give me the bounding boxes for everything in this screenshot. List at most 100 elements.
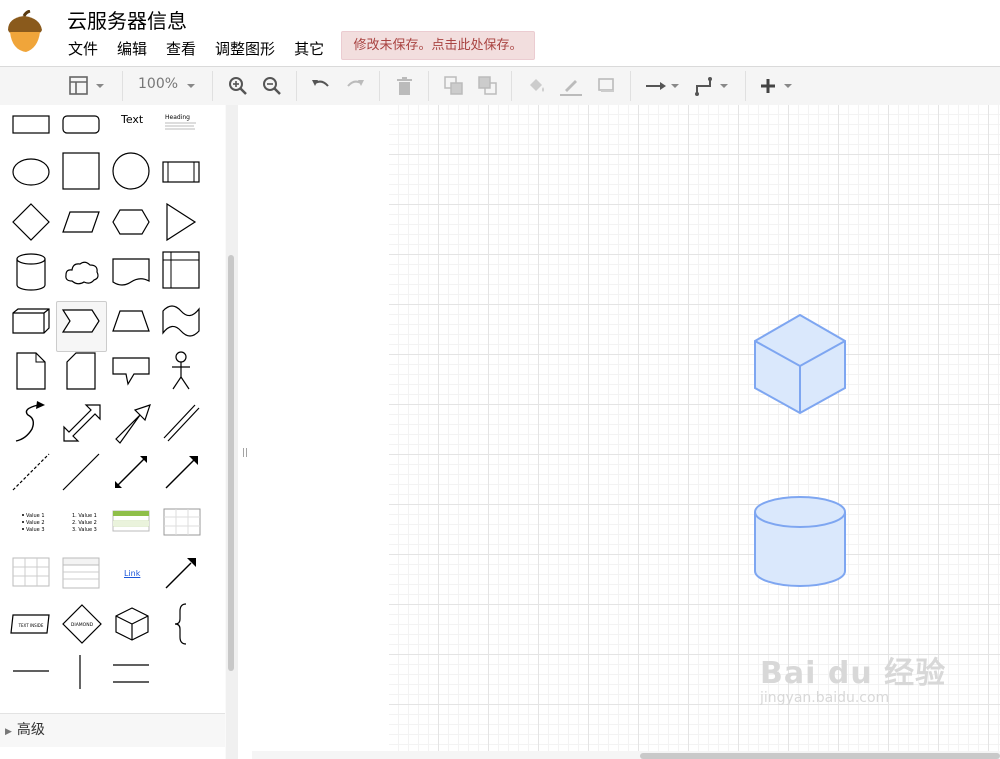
menu-file[interactable]: 文件: [68, 38, 98, 59]
waypoints-icon[interactable]: [694, 75, 732, 97]
menu-arrange[interactable]: 调整图形: [215, 38, 275, 59]
delete-icon[interactable]: [394, 75, 416, 97]
diamond-shape[interactable]: [12, 203, 50, 241]
zoom-out-icon[interactable]: [261, 75, 283, 97]
bullet-item-1: Value 1: [26, 513, 45, 519]
bulleted-list-shape[interactable]: Value 1 Value 2 Value 3: [14, 509, 50, 535]
view-icon[interactable]: [68, 75, 108, 97]
toolbar-separator: [511, 71, 512, 101]
menu-extras[interactable]: 其它: [294, 38, 324, 59]
splitter-grip-icon[interactable]: ||: [242, 448, 248, 458]
chevron-down-icon[interactable]: [184, 75, 198, 97]
fill-color-icon[interactable]: [526, 75, 548, 97]
undo-icon[interactable]: [310, 75, 332, 97]
directional-connector-shape[interactable]: [165, 455, 199, 489]
to-back-icon[interactable]: [477, 75, 499, 97]
note-shape[interactable]: [16, 352, 46, 390]
to-front-icon[interactable]: [443, 75, 465, 97]
shadow-icon[interactable]: [595, 75, 617, 97]
text-inside-shape[interactable]: TEXT INSIDE: [10, 613, 52, 635]
baidu-watermark: Bai du 经验 jingyan.baidu.com: [760, 648, 946, 706]
rounded-rectangle-shape[interactable]: [62, 109, 100, 134]
sidebar-scrollbar-thumb[interactable]: [228, 255, 234, 671]
numbered-list-shape[interactable]: 1. Value 1 2. Value 2 3. Value 3: [68, 509, 102, 535]
trapezoid-shape[interactable]: [112, 310, 150, 332]
text-shape[interactable]: Text: [121, 113, 143, 126]
connection-arrow-icon[interactable]: [644, 75, 682, 97]
callout-shape[interactable]: [112, 357, 150, 386]
hexagon-shape[interactable]: [112, 209, 150, 235]
acorn-logo-icon: [8, 10, 42, 52]
table-shape[interactable]: [163, 508, 201, 536]
list-container-shape[interactable]: [62, 557, 100, 589]
square-shape[interactable]: [62, 152, 100, 190]
app-header: 云服务器信息 文件 编辑 查看 调整图形 其它 修改未保存。点击此处保存。: [0, 0, 1000, 66]
watermark-main: Bai du 经验: [760, 656, 947, 691]
zoom-level[interactable]: 100%: [138, 76, 178, 92]
bidirectional-connector-shape[interactable]: [114, 455, 148, 489]
toolbar-separator: [379, 71, 380, 101]
grid-table-shape[interactable]: [12, 557, 50, 587]
actor-shape[interactable]: [170, 351, 192, 391]
chevron-right-icon: ▶: [5, 727, 12, 737]
process-shape[interactable]: [162, 161, 200, 183]
link-shape[interactable]: Link: [124, 569, 140, 578]
double-horizontal-line-shape[interactable]: [112, 662, 150, 684]
watermark-url: jingyan.baidu.com: [760, 690, 890, 706]
toolbar-separator: [122, 71, 123, 101]
sidebar-section-advanced[interactable]: ▶ 高级: [0, 713, 225, 747]
internal-storage-shape[interactable]: [162, 251, 200, 289]
unsaved-changes-notice[interactable]: 修改未保存。点击此处保存。: [341, 31, 535, 60]
document-shape[interactable]: [112, 258, 150, 288]
toolbar: 100%: [0, 66, 1000, 106]
isometric-cube-shape[interactable]: [114, 606, 150, 642]
curly-bracket-shape[interactable]: [174, 603, 188, 645]
text-inside-label: TEXT INSIDE: [18, 623, 44, 628]
numbered-item-3: 3. Value 3: [72, 527, 97, 533]
rectangle-shape[interactable]: [12, 109, 50, 134]
cube-3d-box-shape[interactable]: [12, 308, 50, 334]
heading-shape-label: Heading: [165, 114, 190, 121]
zoom-in-icon[interactable]: [227, 75, 249, 97]
single-arrow-shape[interactable]: [112, 403, 152, 444]
double-line-shape[interactable]: [162, 403, 202, 443]
sidebar-splitter[interactable]: [238, 105, 252, 759]
triangle-shape[interactable]: [165, 202, 197, 242]
ellipse-shape[interactable]: [12, 157, 50, 187]
tape-shape[interactable]: [162, 305, 200, 337]
heading-textbox-shape[interactable]: Heading: [164, 109, 200, 133]
diamond-shape-label: DIAMOND: [71, 622, 94, 628]
canvas-cylinder-shape[interactable]: [753, 495, 847, 589]
redo-icon[interactable]: [344, 75, 366, 97]
horizontal-line-shape[interactable]: [12, 669, 50, 673]
canvas-cube-shape[interactable]: [753, 314, 847, 415]
toolbar-separator: [630, 71, 631, 101]
bullet-item-3: Value 3: [26, 527, 45, 533]
step-shape[interactable]: [61, 309, 100, 333]
numbered-item-2: 2. Value 2: [72, 520, 97, 526]
menu-view[interactable]: 查看: [166, 38, 196, 59]
arrow-connector-shape[interactable]: [165, 557, 197, 589]
curve-arrow-shape[interactable]: [12, 401, 50, 443]
circle-shape[interactable]: [112, 152, 150, 190]
cylinder-shape[interactable]: [16, 253, 46, 291]
vertical-line-shape[interactable]: [78, 654, 82, 690]
parallelogram-shape[interactable]: [62, 211, 100, 233]
cloud-shape[interactable]: [64, 259, 100, 287]
bullet-item-2: Value 2: [26, 520, 45, 526]
insert-plus-icon[interactable]: [758, 75, 796, 97]
canvas-horizontal-scrollbar-thumb[interactable]: [640, 753, 1000, 759]
line-color-icon[interactable]: [559, 75, 583, 97]
document-title[interactable]: 云服务器信息: [67, 5, 187, 34]
colored-table-shape[interactable]: [112, 510, 150, 532]
diamond-label-shape[interactable]: DIAMOND: [62, 604, 102, 644]
line-shape[interactable]: [62, 453, 100, 491]
shape-palette: Text Heading Value 1 Value 2 Value 3 1. …: [0, 105, 225, 759]
dashed-line-shape[interactable]: [12, 453, 50, 491]
bidirectional-arrow-shape[interactable]: [62, 403, 102, 443]
shape-sidebar: Text Heading Value 1 Value 2 Value 3 1. …: [0, 105, 239, 759]
menu-edit[interactable]: 编辑: [117, 38, 147, 59]
toolbar-separator: [296, 71, 297, 101]
advanced-section-label: 高级: [16, 722, 45, 738]
card-shape[interactable]: [66, 352, 96, 390]
